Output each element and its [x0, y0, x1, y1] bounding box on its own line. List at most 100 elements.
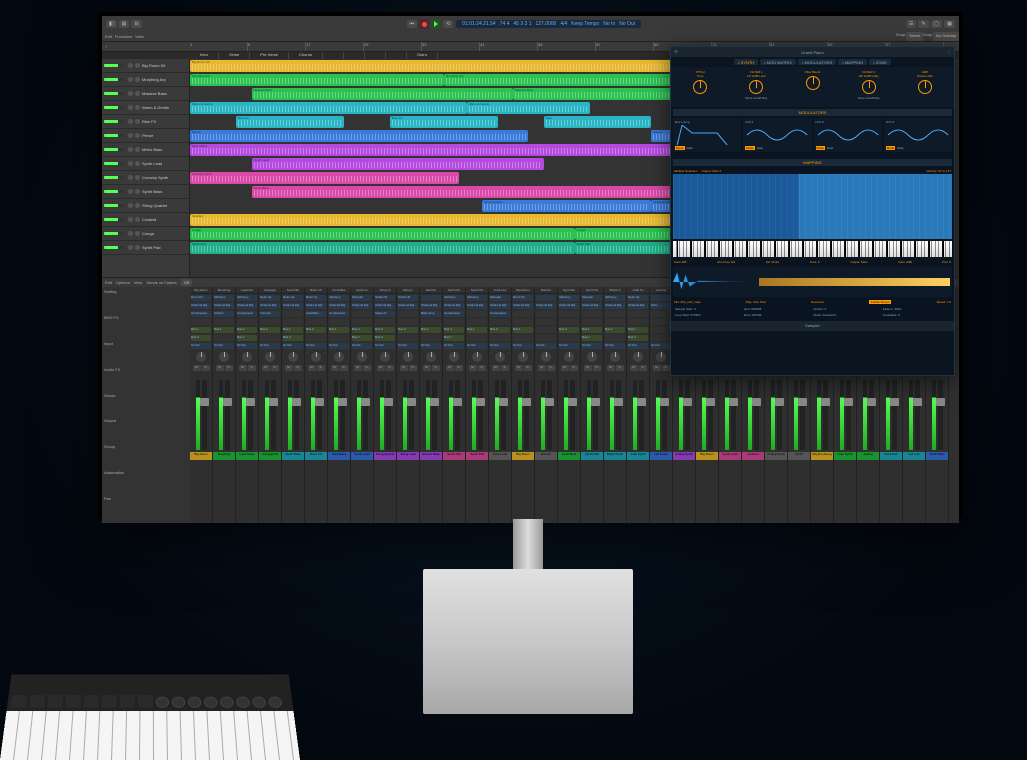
toolbar-icon[interactable]: ⊟	[131, 20, 141, 28]
instrument-slot[interactable]: Alchemy	[237, 295, 257, 301]
fx-slot[interactable]: Channel EQ	[559, 303, 579, 309]
fx-slot[interactable]: Channel EQ	[421, 303, 441, 309]
synth-knob[interactable]	[693, 80, 707, 94]
send-slot[interactable]: Bus 3	[628, 335, 648, 341]
track-header[interactable]: Conga	[102, 227, 189, 241]
channel-strip[interactable]: String QStudio StChannel EQSpace DBus 2B…	[374, 287, 397, 523]
output-slot[interactable]: St Out	[260, 343, 280, 349]
fx-slot[interactable]: Compressor	[490, 311, 510, 317]
volume-fader[interactable]	[846, 380, 851, 450]
output-slot[interactable]: St Out	[306, 343, 326, 349]
output-slot[interactable]: St Out	[582, 343, 602, 349]
instrument-slot[interactable]: Alchemy	[329, 295, 349, 301]
map-multi[interactable]: Multiple Selection	[674, 169, 698, 173]
solo-button[interactable]: S	[639, 365, 647, 371]
solo-button[interactable]: S	[340, 365, 348, 371]
region[interactable]: Morphing Arp	[444, 74, 698, 86]
fx-slot[interactable]: Compressor	[191, 311, 211, 317]
region[interactable]: String Quartet	[482, 200, 651, 212]
send-slot[interactable]: Bus 2	[375, 327, 395, 333]
instrument-slot[interactable]: Drum Kit	[191, 295, 211, 301]
speed[interactable]: Speed: 1.0	[936, 300, 951, 304]
solo-button[interactable]: S	[455, 365, 463, 371]
mute-button[interactable]: M	[262, 365, 270, 371]
pan-knob[interactable]	[449, 352, 459, 362]
fade-in[interactable]: Fade In: 3091	[883, 307, 950, 311]
instrument-slot[interactable]	[651, 295, 671, 301]
browser-icon[interactable]: ▦	[944, 20, 955, 28]
view-menu[interactable]: View	[135, 34, 144, 39]
rewind-icon[interactable]: ⏮	[407, 20, 418, 28]
region[interactable]: Synth Pad	[190, 242, 575, 254]
send-slot[interactable]: Bus 7	[444, 335, 464, 341]
solo-button[interactable]: S	[570, 365, 578, 371]
pan-knob[interactable]	[426, 352, 436, 362]
volume-fader[interactable]	[685, 380, 690, 450]
instrument-slot[interactable]: Sampler	[352, 295, 372, 301]
volume-slider[interactable]	[104, 64, 124, 67]
mixer-edit[interactable]: Edit	[105, 280, 112, 285]
volume-fader[interactable]	[386, 380, 391, 450]
waveform-display[interactable]	[673, 267, 952, 297]
marker[interactable]: Pre-Verse	[250, 52, 289, 59]
volume-fader[interactable]	[754, 380, 759, 450]
channel-strip[interactable]: Big RoomDrum KitChannel EQBus 1St OutMSB…	[512, 287, 535, 523]
mute-button[interactable]: M	[193, 365, 201, 371]
send-slot[interactable]: Bus 1	[329, 327, 349, 333]
fx-slot[interactable]: Compressor	[444, 311, 464, 317]
fx-slot[interactable]: Echo	[651, 303, 671, 309]
solo-button[interactable]: S	[294, 365, 302, 371]
fx-slot[interactable]: Channel EQ	[375, 303, 395, 309]
volume-fader[interactable]	[501, 380, 506, 450]
send-slot[interactable]: Bus 4	[352, 327, 372, 333]
instrument-slot[interactable]: Retro Sy	[628, 295, 648, 301]
track-header[interactable]: String Quartet	[102, 199, 189, 213]
volume-fader[interactable]	[823, 380, 828, 450]
volume-fader[interactable]	[662, 380, 667, 450]
instrument-slot[interactable]: Studio St	[375, 295, 395, 301]
mute-button[interactable]: M	[584, 365, 592, 371]
follow-tempo[interactable]: Follow Tempo	[869, 300, 891, 304]
region[interactable]: Warm & Gentle	[467, 102, 590, 114]
channel-strip[interactable]: Synth BeAlchemyChannel EQBus 3St OutMSSy…	[558, 287, 581, 523]
output-slot[interactable]: St Out	[191, 343, 211, 349]
region[interactable]: Rise FX	[236, 116, 344, 128]
output-slot[interactable]: St Out	[214, 343, 234, 349]
send-slot[interactable]: Bus 4	[444, 327, 464, 333]
volume-slider[interactable]	[104, 190, 124, 193]
volume-slider[interactable]	[104, 134, 124, 137]
pan-knob[interactable]	[633, 352, 643, 362]
fx-slot[interactable]: Channel EQ	[352, 303, 372, 309]
mute-button[interactable]: M	[239, 365, 247, 371]
fx-slot[interactable]: Chorus	[214, 311, 234, 317]
marker[interactable]: Outro	[407, 52, 438, 59]
fx-slot[interactable]: AutoFilter	[306, 311, 326, 317]
solo-button[interactable]: S	[478, 365, 486, 371]
volume-slider[interactable]	[104, 78, 124, 81]
pan-knob[interactable]	[587, 352, 597, 362]
plugin-tab[interactable]: • ZONE	[869, 59, 891, 65]
mute-button[interactable]: M	[538, 365, 546, 371]
instrument-slot[interactable]: Alchemy	[559, 295, 579, 301]
send-slot[interactable]: Bus 1	[283, 327, 303, 333]
volume-slider[interactable]	[104, 246, 124, 249]
send-slot[interactable]: Bus 3	[559, 327, 579, 333]
volume-fader[interactable]	[593, 380, 598, 450]
volume-fader[interactable]	[892, 380, 897, 450]
volume-fader[interactable]	[616, 380, 621, 450]
mute-button[interactable]: M	[354, 365, 362, 371]
pan-knob[interactable]	[219, 352, 229, 362]
volume-slider[interactable]	[104, 232, 124, 235]
fx-slot[interactable]: Channel EQ	[237, 303, 257, 309]
region[interactable]: Rise FX	[390, 116, 498, 128]
volume-fader[interactable]	[340, 380, 345, 450]
fx-slot[interactable]: Compressor	[329, 311, 349, 317]
output-slot[interactable]: St Out	[237, 343, 257, 349]
region[interactable]: Rise	[544, 116, 652, 128]
lcd-display[interactable]: 01:01:24.21.54 74 4 45 3 3 1 127.0000 4/…	[456, 20, 641, 28]
fx-slot[interactable]: Channel EQ	[513, 303, 533, 309]
pan-knob[interactable]	[242, 352, 252, 362]
zone-tune[interactable]: Tune: 0	[810, 260, 820, 264]
plugin-tab[interactable]: • MODULATORS	[798, 59, 836, 65]
edit-menu[interactable]: Edit	[105, 34, 112, 39]
